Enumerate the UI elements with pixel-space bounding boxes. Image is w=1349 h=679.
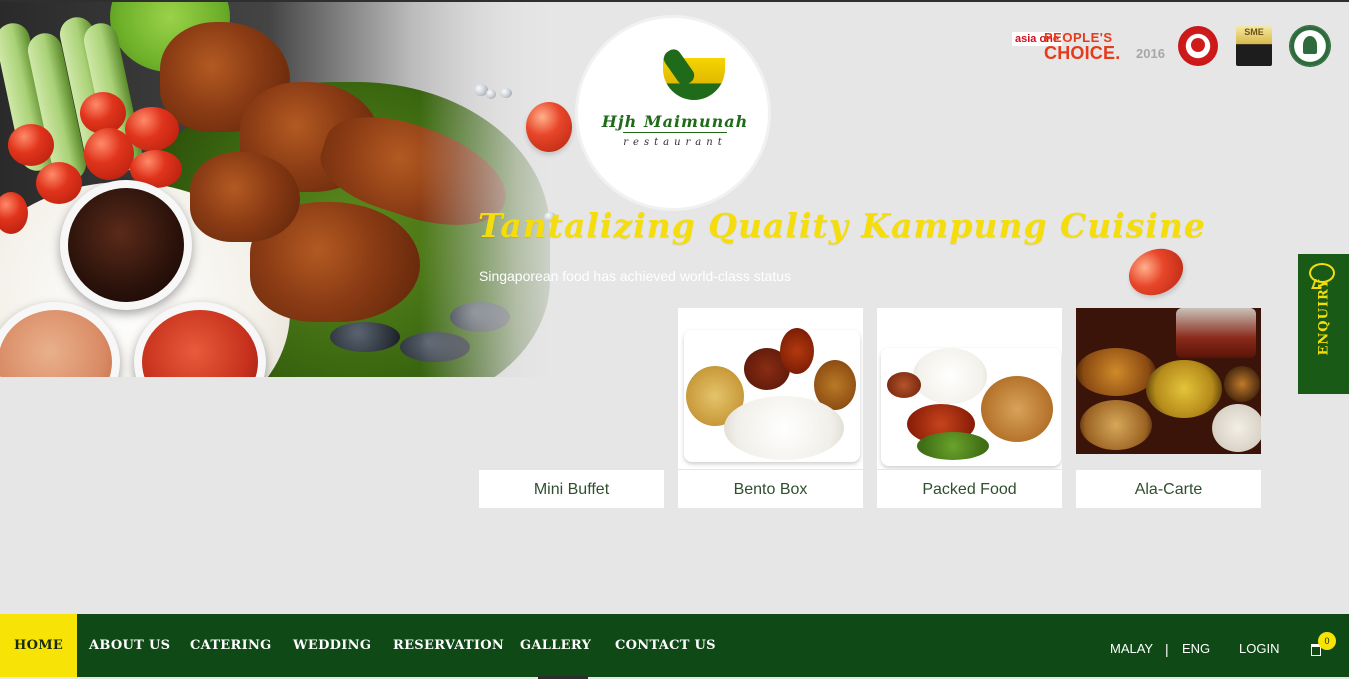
card-label[interactable]: Ala-Carte [1076, 469, 1261, 508]
sme-award-icon: SME [1236, 26, 1272, 66]
lang-eng[interactable]: ENG [1182, 614, 1210, 677]
cherry-tomato [8, 124, 54, 166]
nav-gallery[interactable]: GALLERY [520, 614, 591, 677]
choice-text: CHOICE. [1044, 43, 1121, 63]
cherry-tomato [125, 107, 179, 151]
card-label[interactable]: Bento Box [678, 469, 863, 508]
mussel [330, 322, 400, 352]
noodle-dish [1146, 360, 1222, 418]
water-drop [486, 89, 496, 99]
nav-contact-us[interactable]: CONTACT US [615, 614, 716, 677]
logo[interactable]: Hjh Maimunah restaurant [578, 18, 768, 208]
card-mini-buffet[interactable]: Mini Buffet [479, 308, 664, 508]
dish-bowl [1076, 348, 1156, 396]
card-label[interactable]: Mini Buffet [479, 469, 664, 508]
kicap-bowl [60, 180, 192, 310]
peoples-choice-award: asia one PEOPLE'S CHOICE. 2016 [1012, 30, 1165, 63]
award-year: 2016 [1136, 46, 1165, 61]
halal-certification-icon [1290, 26, 1330, 66]
login-link[interactable]: LOGIN [1239, 614, 1279, 677]
floating-tomato [526, 102, 572, 152]
enquiry-tab[interactable]: ENQUIRY [1298, 254, 1349, 394]
lang-malay[interactable]: MALAY [1110, 614, 1153, 677]
enquiry-label: ENQUIRY [1316, 278, 1332, 356]
card-packed-food[interactable]: Packed Food [877, 308, 1062, 508]
floating-tomato [1121, 240, 1191, 304]
hero-tagline: Singaporean food has achieved world-clas… [479, 268, 792, 284]
hero-headline: Tantalizing Quality Kampung Cuisine [478, 206, 1206, 245]
drums-decor [1176, 308, 1256, 358]
gourmand-award-icon [1178, 26, 1218, 66]
ala-carte-photo [1076, 308, 1261, 454]
side-dish [887, 372, 921, 398]
chicken-wing [190, 152, 300, 242]
card-bento-box[interactable]: Bento Box [678, 308, 863, 508]
logo-name: Hjh Maimunah [601, 112, 749, 131]
logo-text: Hjh Maimunah restaurant [600, 113, 750, 152]
vegetable-dish [917, 432, 989, 460]
packed-food-photo [877, 308, 1062, 469]
rice-portion [913, 348, 987, 404]
prawn-dish [1080, 400, 1152, 450]
nav-reservation[interactable]: RESERVATION [393, 614, 504, 677]
lang-separator: | [1165, 641, 1169, 657]
chilli-dish [780, 328, 814, 374]
card-ala-carte[interactable]: Ala-Carte [1076, 308, 1261, 508]
logo-subtitle: restaurant [623, 132, 727, 152]
water-drop [500, 88, 512, 98]
fried-chicken [981, 376, 1053, 442]
sme-text: SME [1244, 27, 1264, 37]
page: Hjh Maimunah restaurant asia one PEOPLE'… [0, 0, 1349, 679]
rice-dish [1212, 404, 1261, 452]
bento-box-photo [678, 308, 863, 469]
cart-count-badge: 0 [1318, 632, 1336, 650]
nav-wedding[interactable]: WEDDING [293, 614, 371, 677]
nav-catering[interactable]: CATERING [190, 614, 272, 677]
rice-portion [724, 396, 844, 460]
nav-home[interactable]: HOME [0, 614, 78, 677]
nav-about-us[interactable]: ABOUT US [89, 614, 170, 677]
main-nav: HOME ABOUT US CATERING WEDDING RESERVATI… [0, 614, 1349, 677]
side-dish [1224, 366, 1260, 402]
cherry-tomato [84, 128, 134, 180]
cherry-tomato [36, 162, 82, 204]
card-label[interactable]: Packed Food [877, 469, 1062, 508]
